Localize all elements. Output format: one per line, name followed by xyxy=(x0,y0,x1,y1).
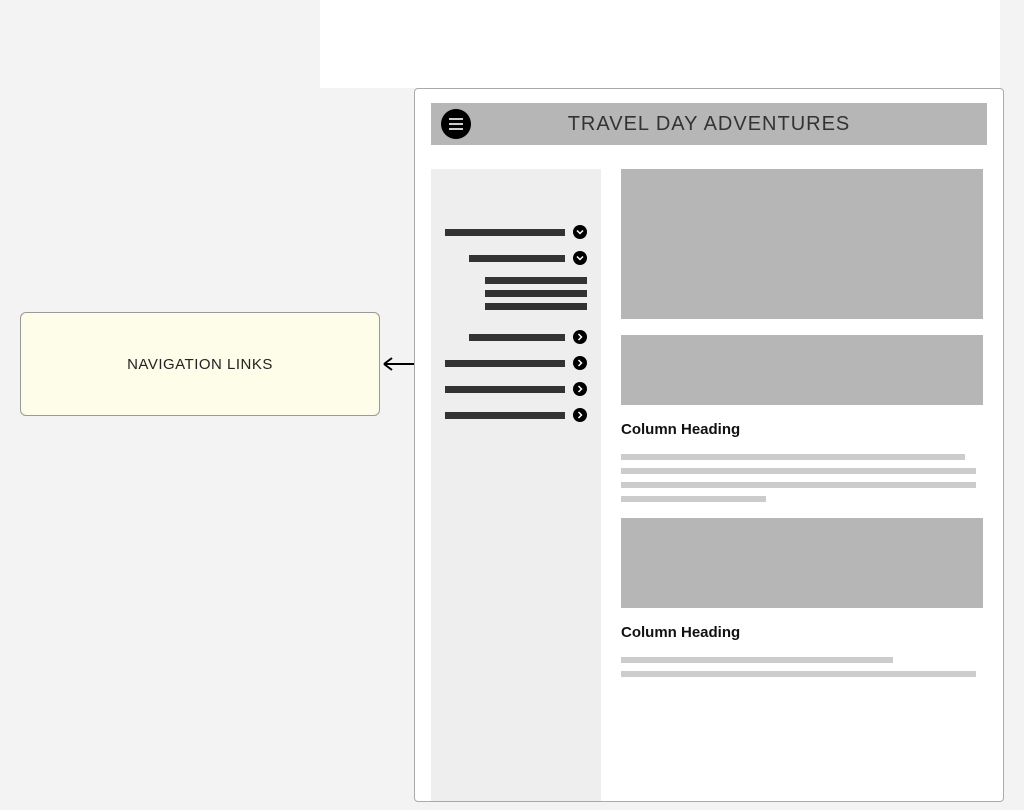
image-placeholder xyxy=(621,335,983,405)
nav-sublink[interactable] xyxy=(485,277,587,284)
nav-item[interactable] xyxy=(445,408,587,422)
title-bar: TRAVEL DAY ADVENTURES xyxy=(431,103,987,145)
column-heading: Column Heading xyxy=(621,624,983,641)
nav-item-label-bar xyxy=(445,386,565,393)
paragraph-placeholder xyxy=(621,454,983,502)
image-placeholder xyxy=(621,518,983,608)
nav-item[interactable] xyxy=(445,356,587,370)
hamburger-menu-icon[interactable] xyxy=(441,109,471,139)
annotation-callout: NAVIGATION LINKS xyxy=(20,312,380,416)
chevron-right-icon[interactable] xyxy=(573,330,587,344)
column-heading: Column Heading xyxy=(621,421,983,438)
chevron-down-icon[interactable] xyxy=(573,251,587,265)
nav-item[interactable] xyxy=(469,330,587,344)
page-title: TRAVEL DAY ADVENTURES xyxy=(568,113,851,136)
nav-item-label-bar xyxy=(469,334,565,341)
nav-item-label-bar xyxy=(445,412,565,419)
content-row: Column Heading Column Heading xyxy=(431,169,987,801)
nav-sublink[interactable] xyxy=(485,303,587,310)
chevron-right-icon[interactable] xyxy=(573,356,587,370)
top-white-block xyxy=(320,0,1000,88)
sidebar-nav xyxy=(431,169,601,801)
nav-item-label-bar xyxy=(469,255,565,262)
image-placeholder xyxy=(621,169,983,319)
wireframe-device: TRAVEL DAY ADVENTURES xyxy=(414,88,1004,802)
chevron-down-icon[interactable] xyxy=(573,225,587,239)
chevron-right-icon[interactable] xyxy=(573,408,587,422)
text-line xyxy=(621,671,976,677)
nav-item[interactable] xyxy=(445,225,587,239)
nav-item-label-bar xyxy=(445,360,565,367)
text-line xyxy=(621,454,965,460)
nav-subgroup xyxy=(485,277,587,310)
main-column: Column Heading Column Heading xyxy=(621,169,987,801)
nav-item[interactable] xyxy=(469,251,587,265)
text-line xyxy=(621,496,766,502)
chevron-right-icon[interactable] xyxy=(573,382,587,396)
nav-item[interactable] xyxy=(445,382,587,396)
text-line xyxy=(621,657,893,663)
text-line xyxy=(621,482,976,488)
nav-sublink[interactable] xyxy=(485,290,587,297)
nav-item-label-bar xyxy=(445,229,565,236)
annotation-label: NAVIGATION LINKS xyxy=(127,356,273,373)
text-line xyxy=(621,468,976,474)
paragraph-placeholder xyxy=(621,657,983,677)
